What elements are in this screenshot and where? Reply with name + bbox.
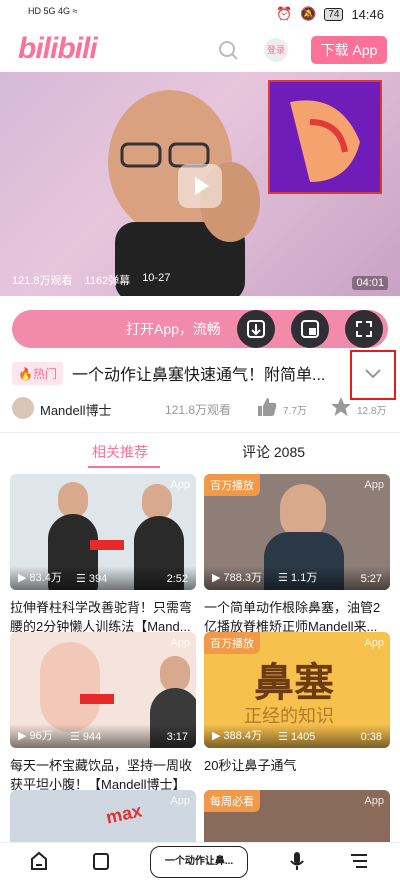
- card-danmaku: ☰ 944: [70, 731, 102, 743]
- clock: 14:46: [351, 6, 384, 22]
- download-video-icon[interactable]: [237, 310, 275, 348]
- card-title: 一个简单动作根除鼻塞，油管2亿播放脊椎矫正师Mandell来...: [204, 600, 381, 634]
- search-icon[interactable]: [218, 40, 238, 60]
- video-stats: 121.8万观看 1162弹幕 10-27: [12, 272, 170, 288]
- card-badge: 百万播放: [204, 474, 260, 496]
- card-title: 每天一杯宝藏饮品，坚持一周收获平坦小腹！【Mandell博士】: [10, 758, 193, 792]
- open-app-bar[interactable]: 打开App，流畅: [12, 310, 388, 348]
- card-views: ▶ 83.4万: [18, 572, 62, 584]
- video-views: 121.8万观看: [12, 275, 73, 287]
- card-duration: 0:38: [360, 731, 382, 743]
- favorite-count: 12.8万: [357, 406, 387, 417]
- card-thumbnail: App ▶ 96万 ☰ 944 3:17: [10, 632, 196, 748]
- card-stats: ▶ 388.4万 ☰ 1405 0:38: [204, 724, 390, 748]
- signal-icons: HD 5G 4G ≈: [28, 6, 78, 16]
- video-card[interactable]: 每周必看 App: [204, 790, 390, 842]
- fullscreen-icon[interactable]: [345, 310, 383, 348]
- video-card[interactable]: 百万播放 App ▶ 788.3万 ☰ 1.1万 5:27 一个简单动作根除鼻塞…: [204, 474, 390, 636]
- video-thumbnail-person: [108, 90, 260, 296]
- video-duration: 04:01: [352, 276, 388, 290]
- card-title: 拉伸脊柱科学改善驼背！只需弯腰的2分钟懒人训练法【Mand...: [10, 600, 193, 634]
- bilibili-logo[interactable]: bilibili: [18, 32, 98, 66]
- search-pill[interactable]: 一个动作让鼻...: [150, 846, 248, 878]
- microphone-icon[interactable]: [286, 850, 308, 872]
- expand-description-button[interactable]: [350, 350, 396, 400]
- video-date: 10-27: [142, 272, 171, 284]
- flame-icon: 🔥: [18, 367, 33, 381]
- tabs-icon[interactable]: [90, 850, 112, 872]
- card-duration: 3:17: [166, 731, 188, 743]
- login-button[interactable]: 登录: [264, 38, 288, 62]
- video-card[interactable]: 鼻塞 正经的知识 百万播放 App ▶ 388.4万 ☰ 1405 0:38 2…: [204, 632, 390, 794]
- hot-badge: 🔥热门: [12, 362, 63, 385]
- hot-label: 热门: [32, 367, 57, 381]
- open-app-text: 打开App，流畅: [126, 321, 221, 337]
- tab-related[interactable]: 相关推荐: [92, 442, 148, 462]
- active-tab-indicator: [88, 466, 160, 468]
- status-right: ⏰ 🔕 74 14:46: [276, 6, 384, 22]
- tab-comments[interactable]: 评论 2085: [242, 442, 305, 462]
- card-title: 20秒让鼻子通气: [204, 758, 297, 773]
- divider: [0, 432, 400, 433]
- thumb-text: max: [104, 800, 144, 828]
- card-badge: 每周必看: [204, 790, 260, 812]
- card-stats: ▶ 83.4万 ☰ 394 2:52: [10, 566, 196, 590]
- card-thumbnail: 每周必看 App: [204, 790, 390, 842]
- download-app-button[interactable]: 下载 App: [311, 36, 387, 64]
- uploader-avatar[interactable]: [12, 397, 34, 419]
- video-card[interactable]: max App: [10, 790, 196, 842]
- battery-icon: 74: [324, 7, 344, 21]
- home-icon[interactable]: [28, 850, 50, 872]
- card-thumbnail: 鼻塞 正经的知识 百万播放 App ▶ 388.4万 ☰ 1405 0:38: [204, 632, 390, 748]
- card-duration: 2:52: [166, 573, 188, 585]
- card-views: ▶ 788.3万: [212, 572, 263, 584]
- chevron-down-icon: [365, 369, 381, 379]
- dnd-icon: ⏰: [275, 6, 293, 21]
- card-thumbnail: App ▶ 83.4万 ☰ 394 2:52: [10, 474, 196, 590]
- uploader-name[interactable]: Mandell博士: [40, 400, 112, 419]
- like-count: 7.7万: [283, 406, 307, 417]
- card-badge: 百万播放: [204, 632, 260, 654]
- app-tag: App: [364, 795, 384, 807]
- card-danmaku: ☰ 1.1万: [278, 572, 318, 584]
- video-title: 一个动作让鼻塞快速通气！附简单...: [72, 367, 326, 384]
- app-tag: App: [364, 637, 384, 649]
- video-player[interactable]: 121.8万观看 1162弹幕 10-27 04:01: [0, 72, 400, 296]
- card-thumbnail: max App: [10, 790, 196, 842]
- info-views: 121.8万观看: [165, 403, 232, 417]
- card-stats: ▶ 788.3万 ☰ 1.1万 5:27: [204, 566, 390, 590]
- status-bar: HD 5G 4G ≈ ⏰ 🔕 74 14:46: [0, 0, 400, 28]
- thumb-text: 鼻塞: [254, 659, 334, 706]
- card-views: ▶ 388.4万: [212, 730, 263, 742]
- menu-icon[interactable]: [348, 850, 370, 872]
- mute-icon: 🔕: [300, 6, 317, 21]
- card-danmaku: ☰ 394: [76, 573, 108, 585]
- card-views: ▶ 96万: [18, 730, 53, 742]
- card-stats: ▶ 96万 ☰ 944 3:17: [10, 724, 196, 748]
- app-tag: App: [170, 479, 190, 491]
- play-icon[interactable]: [178, 164, 222, 208]
- card-thumbnail: 百万播放 App ▶ 788.3万 ☰ 1.1万 5:27: [204, 474, 390, 590]
- app-tag: App: [170, 795, 190, 807]
- pip-icon[interactable]: [291, 310, 329, 348]
- like-icon[interactable]: [256, 396, 278, 418]
- video-danmaku: 1162弹幕: [84, 275, 131, 287]
- app-tag: App: [170, 637, 190, 649]
- app-tag: App: [364, 479, 384, 491]
- video-card[interactable]: App ▶ 96万 ☰ 944 3:17 每天一杯宝藏饮品，坚持一周收获平坦小腹…: [10, 632, 196, 794]
- card-danmaku: ☰ 1405: [278, 731, 316, 743]
- card-duration: 5:27: [360, 573, 382, 585]
- star-icon[interactable]: [330, 396, 352, 418]
- video-card[interactable]: App ▶ 83.4万 ☰ 394 2:52 拉伸脊柱科学改善驼背！只需弯腰的2…: [10, 474, 196, 636]
- nose-diagram-image: [268, 80, 382, 194]
